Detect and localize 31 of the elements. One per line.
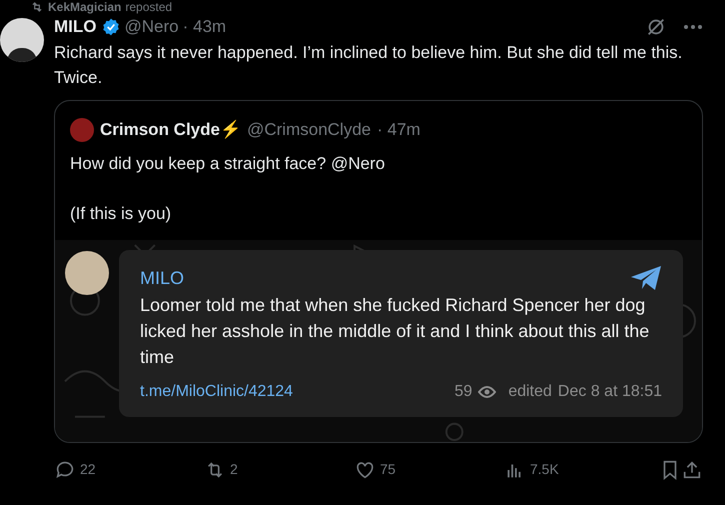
edited-label: edited <box>508 382 552 402</box>
views-button[interactable]: 7.5K <box>504 458 654 480</box>
message-text: Loomer told me that when she fucked Richard Spencer her dog licked her asshole in the middle of it and I think about this all the time <box>140 294 650 368</box>
repost-label: reposted <box>125 0 172 14</box>
eye-icon <box>478 386 496 398</box>
repost-icon <box>30 1 44 13</box>
reply-button[interactable]: 22 <box>54 458 204 480</box>
post-text: Richard says it never happened. I’m inclined to believe him. But she did tell me this. Twice. <box>54 42 684 89</box>
quoted-text: (If this is you) <box>70 202 172 224</box>
avatar[interactable] <box>0 18 44 62</box>
paper-plane-icon <box>630 264 662 290</box>
quoted-time: · 47m <box>377 119 420 141</box>
view-count: 59 <box>454 382 472 402</box>
sender-name: MILO <box>140 266 184 290</box>
author-handle[interactable]: @Nero <box>124 14 179 40</box>
avatar <box>70 118 94 142</box>
message-link[interactable]: t.me/MiloClinic/42124 <box>140 380 293 404</box>
grok-icon[interactable] <box>645 16 667 38</box>
share-button[interactable] <box>681 458 703 480</box>
quoted-text: How did you keep a straight face? @Nero <box>70 152 386 174</box>
repost-button[interactable]: 2 <box>204 458 354 480</box>
repost-user[interactable]: KekMagician <box>48 0 122 14</box>
like-button[interactable]: 75 <box>354 458 504 480</box>
message-date: Dec 8 at 18:51 <box>558 382 662 402</box>
quoted-author-name: Crimson Clyde⚡ <box>100 118 241 141</box>
post-time[interactable]: · 43m <box>182 14 226 40</box>
quoted-author-handle: @CrimsonClyde <box>246 119 371 141</box>
quoted-post[interactable] <box>54 100 703 442</box>
share-icon <box>681 458 703 480</box>
more-icon[interactable] <box>683 24 703 30</box>
author-name[interactable]: MILO <box>54 14 96 40</box>
